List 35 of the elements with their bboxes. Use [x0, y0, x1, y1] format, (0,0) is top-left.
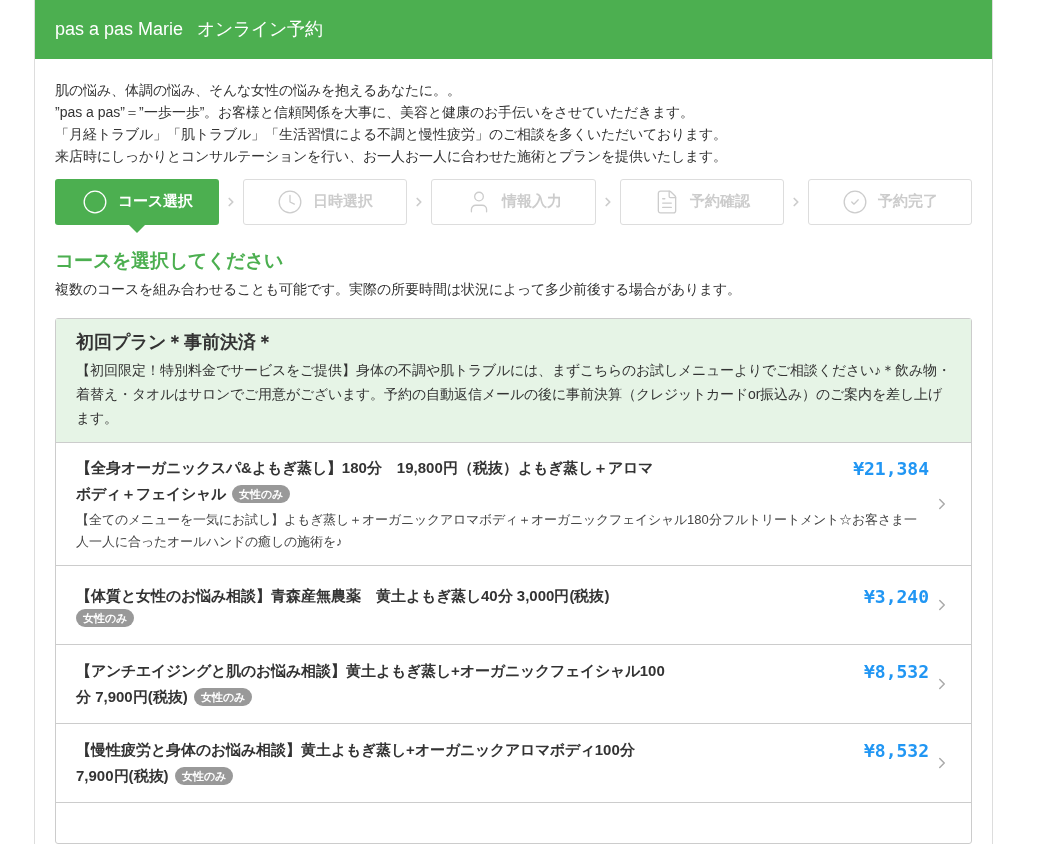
- course-row[interactable]: 【アンチエイジングと肌のお悩み相談】黄土よもぎ蒸し+オーガニックフェイシャル100 分 7,900円(税抜) 女性のみ ¥8,532: [56, 645, 971, 724]
- course-description: 【全てのメニューを一気にお試し】よもぎ蒸し＋オーガニックアロマボディ＋オーガニックフェイシャル180分フルトリートメント☆お客さま一人一人に合ったオールハンドの癒しの施術を♪: [76, 511, 918, 551]
- course-price: ¥8,532: [863, 739, 929, 763]
- step-icon: [81, 188, 108, 215]
- badge: 女性のみ: [232, 485, 290, 503]
- course-title: 【全身オーガニックスパ&よもぎ蒸し】180分 19,800円（税抜）よもぎ蒸し＋アロマ: [76, 458, 654, 478]
- category-title: 初回プラン＊事前決済＊: [76, 331, 275, 354]
- badge: 女性のみ: [174, 767, 233, 785]
- course-title: 【アンチエイジングと肌のお悩み相談】黄土よもぎ蒸し+オーガニックフェイシャル100: [76, 661, 666, 681]
- course-title: 【慢性疲労と身体のお悩み相談】黄土よもぎ蒸し+オーガニックアロマボディ100分: [76, 740, 636, 760]
- page-title: オンライン予約: [197, 17, 324, 41]
- course-title: 分 7,900円(税抜): [76, 687, 188, 707]
- course-title: ボディ＋フェイシャル: [76, 484, 226, 504]
- intro-text: 「月経トラブル」「肌トラブル」「生活習慣による不調と慢性疲労」のご相談を多くいただいております。: [55, 124, 728, 144]
- course-row[interactable]: 【体質と女性のお悩み相談】青森産無農薬 黄土よもぎ蒸し40分 3,000円(税抜) 女性のみ ¥3,240: [56, 566, 971, 645]
- course-row[interactable]: 【慢性疲労と身体のお悩み相談】黄土よもぎ蒸し+オーガニックアロマボディ100分 7,900円(税抜) 女性のみ ¥8,532: [56, 724, 971, 803]
- intro-text: ”pas a pas”＝”一歩一歩”。お客様と信頼関係を大事に、美容と健康のお手伝いをさせていただきます。: [55, 102, 696, 122]
- pointer-triangle: [129, 224, 146, 233]
- course-price: ¥8,532: [863, 660, 929, 684]
- shop-name: pas a pas Marie: [55, 17, 184, 41]
- course-title: 7,900円(税抜): [76, 766, 169, 786]
- course-row[interactable]: 【全身オーガニックスパ&よもぎ蒸し】180分 19,800円（税抜）よもぎ蒸し＋アロマ ボディ＋フェイシャル 女性のみ ¥21,384 【全てのメニューを一気にお試し】よもぎ蒸し＋オーガニックアロマボディ＋オーガニックフェイシャル180分フルトリートメント☆お客さま一人一人に合ったオールハンドの癒しの施術を♪: [56, 443, 971, 566]
- step-icon: [841, 188, 868, 215]
- section-heading: コースを選択してください: [55, 248, 284, 273]
- intro-text: 来店時にしっかりとコンサルテーションを行い、お一人お一人に合わせた施術とプランを提供いたします。: [55, 146, 728, 166]
- section-note: 複数のコースを組み合わせることも可能です。実際の所要時間は状況によって多少前後する場合があります。: [55, 280, 742, 299]
- step-icon: [277, 188, 304, 215]
- intro-text: 肌の悩み、体調の悩み、そんな女性の悩みを抱えるあなたに。。: [55, 80, 462, 100]
- course-title: 【体質と女性のお悩み相談】青森産無農薬 黄土よもぎ蒸し40分 3,000円(税抜): [76, 586, 610, 606]
- badge: 女性のみ: [76, 609, 134, 627]
- badge: 女性のみ: [193, 688, 252, 706]
- course-price: ¥21,384: [853, 457, 929, 481]
- course-price: ¥3,240: [863, 585, 929, 609]
- category-description: 【初回限定！特別料金でサービスをご提供】身体の不調や肌トラブルには、まずこちらのお試しメニューよりでご相談ください♪＊飲み物・着替え・タオルはサロンでご用意がございます。予約の自動返信メールの後に事前決算（クレジットカードor振込み）のご案内を差し上げます。: [76, 361, 951, 428]
- step-tab[interactable]: コース選択: [55, 178, 220, 225]
